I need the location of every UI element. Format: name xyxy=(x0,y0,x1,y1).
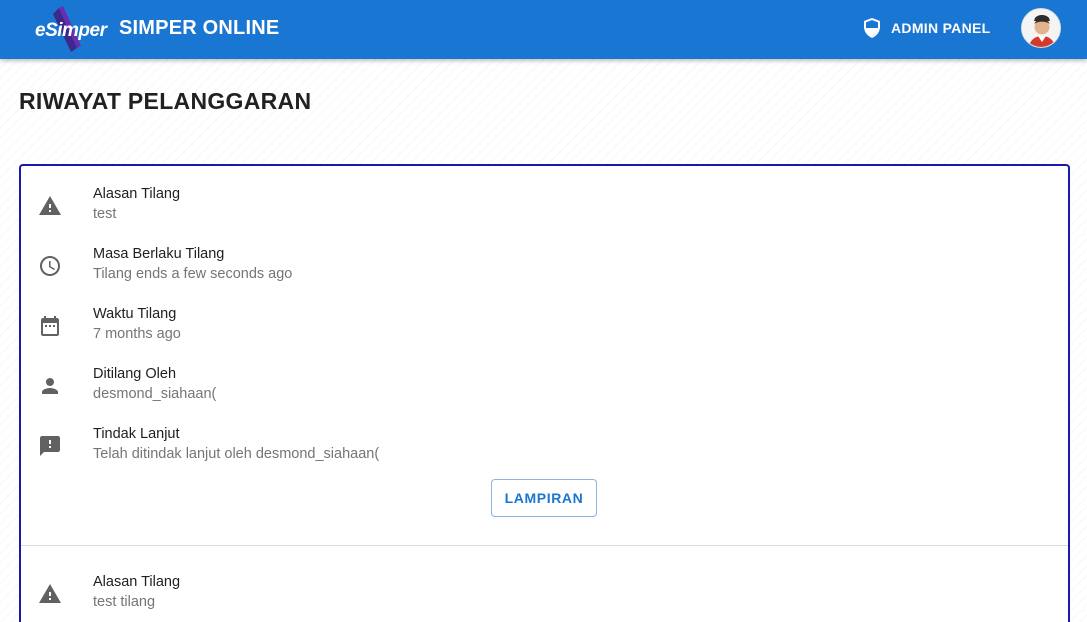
list-item: Ditilang Oleh desmond_siahaan( xyxy=(21,346,1068,406)
calendar-icon xyxy=(38,314,62,338)
list-item: Alasan Tilang test xyxy=(21,166,1068,226)
item-label: Masa Berlaku Tilang xyxy=(93,246,225,262)
warning-icon xyxy=(38,582,62,606)
admin-panel-label: ADMIN PANEL xyxy=(891,20,991,36)
item-label: Alasan Tilang xyxy=(93,186,181,202)
item-label: Alasan Tilang xyxy=(93,574,181,590)
lampiran-button[interactable]: LAMPIRAN xyxy=(491,479,597,517)
person-icon xyxy=(38,374,62,398)
list-item: Tindak Lanjut Telah ditindak lanjut oleh… xyxy=(21,406,1068,466)
item-value: Tilang ends a few seconds ago xyxy=(93,266,293,282)
app-logo[interactable]: eSimper xyxy=(33,6,107,52)
admin-panel-button[interactable]: ADMIN PANEL xyxy=(855,10,995,46)
user-avatar[interactable] xyxy=(1021,8,1061,48)
page-title: RIWAYAT PELANGGARAN xyxy=(19,88,312,114)
logo-text: eSimper xyxy=(35,20,107,41)
clock-icon xyxy=(38,254,62,278)
list-item: Waktu Tilang 7 months ago xyxy=(21,286,1068,346)
violation-history-card: Alasan Tilang test Masa Berlaku Tilang T… xyxy=(19,164,1070,622)
item-label: Waktu Tilang xyxy=(93,306,177,322)
item-value: test tilang xyxy=(93,594,156,610)
feedback-icon xyxy=(38,434,62,458)
shield-icon xyxy=(863,18,881,38)
item-value: test xyxy=(93,206,117,222)
item-label: Tindak Lanjut xyxy=(93,426,180,442)
list-item: Masa Berlaku Tilang Tilang ends a few se… xyxy=(21,226,1068,286)
warning-icon xyxy=(38,194,62,218)
item-label: Ditilang Oleh xyxy=(93,366,177,382)
item-value: Telah ditindak lanjut oleh desmond_siaha… xyxy=(93,446,380,462)
divider xyxy=(21,545,1068,546)
app-title: SIMPER ONLINE xyxy=(119,17,280,39)
item-value: desmond_siahaan( xyxy=(93,386,217,402)
app-bar: eSimper SIMPER ONLINE ADMIN PANEL xyxy=(0,0,1087,59)
avatar-image-icon xyxy=(1022,9,1060,47)
item-value: 7 months ago xyxy=(93,326,181,342)
list-item: Alasan Tilang test tilang xyxy=(21,554,1068,614)
